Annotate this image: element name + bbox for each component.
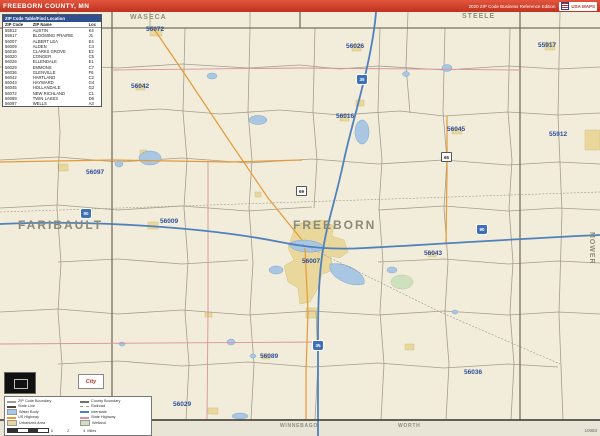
zip-label-55912: 55912 bbox=[549, 131, 568, 138]
page-title: FREEBORN COUNTY, MN bbox=[3, 2, 90, 10]
us-69-shield: 69 bbox=[296, 186, 307, 196]
wetland bbox=[390, 274, 414, 290]
legend-panel: ZIP Code Boundary County Boundary State Li… bbox=[4, 396, 152, 436]
county-label-steele: STEELE bbox=[462, 13, 496, 20]
zip-table-body: 55912 AUSTIN K4 55917 BLOOMING PRAIRIE J1 5600… bbox=[3, 28, 101, 107]
us-65-shield: 65 bbox=[441, 152, 452, 162]
zip-label-56036: 56036 bbox=[464, 369, 483, 376]
zip-label-56029: 56029 bbox=[173, 401, 192, 408]
interstate-90-shield-west: 90 bbox=[80, 208, 92, 219]
zip-code-table-panel: ZIP Code Table/Find Location ZIP Code ZI… bbox=[2, 14, 102, 108]
legend-item: Urbanized Area bbox=[7, 420, 76, 426]
county-label-winnebago: WINNEBAGO bbox=[280, 423, 318, 429]
county-label-worth: WORTH bbox=[398, 423, 421, 429]
scale-line bbox=[7, 428, 49, 433]
scale-bar: 024 Miles bbox=[7, 428, 149, 433]
scale-unit: Miles bbox=[87, 428, 97, 433]
zip-label-56009: 56009 bbox=[160, 218, 179, 225]
county-label-mower: MOWER bbox=[588, 232, 595, 265]
publisher-logo-text: USA MAPS bbox=[571, 3, 595, 9]
locator-inset-map bbox=[4, 372, 36, 394]
interstate-35-shield: 35 bbox=[356, 74, 368, 85]
map-sheet-number: 10983 bbox=[584, 428, 597, 433]
publisher-logo: USA MAPS bbox=[559, 1, 597, 11]
zip-label-55917: 55917 bbox=[538, 42, 557, 49]
title-bar: FREEBORN COUNTY, MN 2020 ZIP Code Busine… bbox=[0, 0, 600, 12]
scale-ticks: 024 bbox=[51, 428, 86, 433]
zip-label-56007: 56007 bbox=[302, 258, 321, 265]
map-page: FREEBORN COUNTY, MN 2020 ZIP Code Busine… bbox=[0, 0, 600, 436]
map-area: WASECA STEELE FARIBAULT MOWER WINNEBAGO … bbox=[0, 12, 600, 436]
legend-item: Wetland bbox=[80, 420, 149, 426]
edition-label: 2020 ZIP Code Business Reference Edition bbox=[468, 3, 556, 9]
zip-label-56097: 56097 bbox=[86, 169, 105, 176]
city-publisher-logo: City bbox=[78, 374, 104, 389]
county-label-waseca: WASECA bbox=[130, 14, 167, 21]
zip-label-56072: 56072 bbox=[146, 26, 165, 33]
zip-table-row: 56097 WELLS A3 bbox=[5, 101, 94, 107]
city-logo-text: City bbox=[85, 378, 97, 385]
zip-label-56043: 56043 bbox=[424, 250, 443, 257]
interstate-90-shield-east: 90 bbox=[476, 224, 488, 235]
flag-icon bbox=[561, 2, 570, 10]
zip-label-56042: 56042 bbox=[131, 83, 150, 90]
zip-label-56089: 56089 bbox=[260, 353, 279, 360]
zip-table-title: ZIP Code Table/Find Location bbox=[3, 15, 101, 22]
zip-label-56016: 56016 bbox=[336, 113, 355, 120]
legend-items: ZIP Code Boundary County Boundary State Li… bbox=[7, 399, 149, 426]
county-label-freeborn: FREEBORN bbox=[293, 218, 377, 232]
zip-label-56026: 56026 bbox=[346, 43, 365, 50]
county-label-faribault: FARIBAULT bbox=[18, 218, 104, 232]
interstate-35-shield-south: 35 bbox=[312, 340, 324, 351]
zip-label-56045: 56045 bbox=[447, 126, 466, 133]
